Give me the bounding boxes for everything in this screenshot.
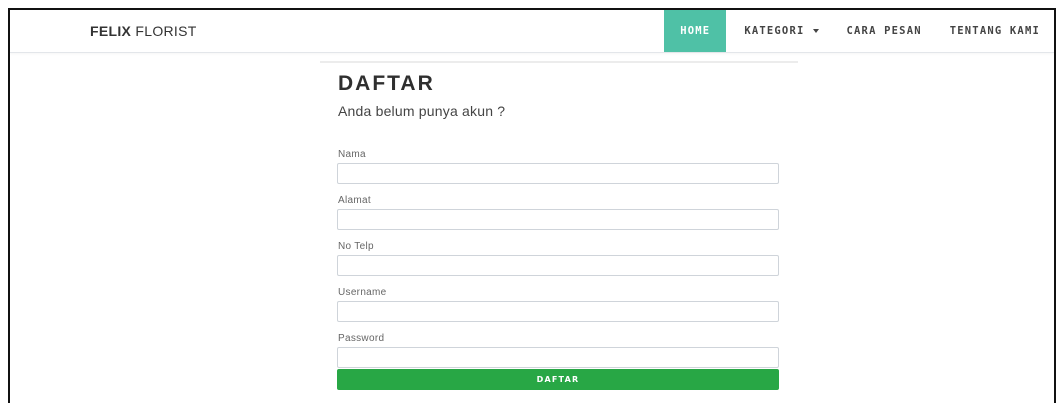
form-title: DAFTAR bbox=[338, 72, 435, 95]
brand-name-bold: FELIX bbox=[90, 23, 132, 39]
nav-item-label: TENTANG KAMI bbox=[949, 25, 1040, 37]
password-label: Password bbox=[338, 333, 385, 344]
no-telp-input[interactable] bbox=[337, 255, 779, 276]
navbar: FELIX FLORIST HOME KATEGORI CARA PESAN T… bbox=[10, 10, 1054, 53]
alamat-label: Alamat bbox=[338, 195, 371, 206]
username-label: Username bbox=[338, 287, 387, 298]
nama-input[interactable] bbox=[337, 163, 779, 184]
nav-item-tentang-kami[interactable]: TENTANG KAMI bbox=[936, 10, 1054, 52]
nav-item-label: HOME bbox=[680, 25, 711, 37]
caret-down-icon bbox=[812, 29, 819, 33]
nav-menu: HOME KATEGORI CARA PESAN TENTANG KAMI bbox=[664, 10, 1054, 52]
nav-item-label: KATEGORI bbox=[744, 25, 805, 37]
nav-item-cara-pesan[interactable]: CARA PESAN bbox=[833, 10, 936, 52]
nama-label: Nama bbox=[338, 149, 366, 160]
browser-viewport: FELIX FLORIST HOME KATEGORI CARA PESAN T… bbox=[8, 8, 1056, 403]
brand-logo[interactable]: FELIX FLORIST bbox=[90, 23, 197, 39]
register-form: DAFTAR Anda belum punya akun ? Nama Alam… bbox=[320, 61, 798, 403]
username-input[interactable] bbox=[337, 301, 779, 322]
nav-item-home[interactable]: HOME bbox=[664, 10, 727, 52]
brand-name-light: FLORIST bbox=[135, 23, 197, 39]
form-subtitle: Anda belum punya akun ? bbox=[338, 103, 506, 119]
alamat-input[interactable] bbox=[337, 209, 779, 230]
nav-item-label: CARA PESAN bbox=[846, 25, 922, 37]
password-input[interactable] bbox=[337, 347, 779, 368]
daftar-button[interactable]: DAFTAR bbox=[337, 369, 779, 390]
no-telp-label: No Telp bbox=[338, 241, 374, 252]
nav-item-kategori[interactable]: KATEGORI bbox=[730, 10, 832, 52]
